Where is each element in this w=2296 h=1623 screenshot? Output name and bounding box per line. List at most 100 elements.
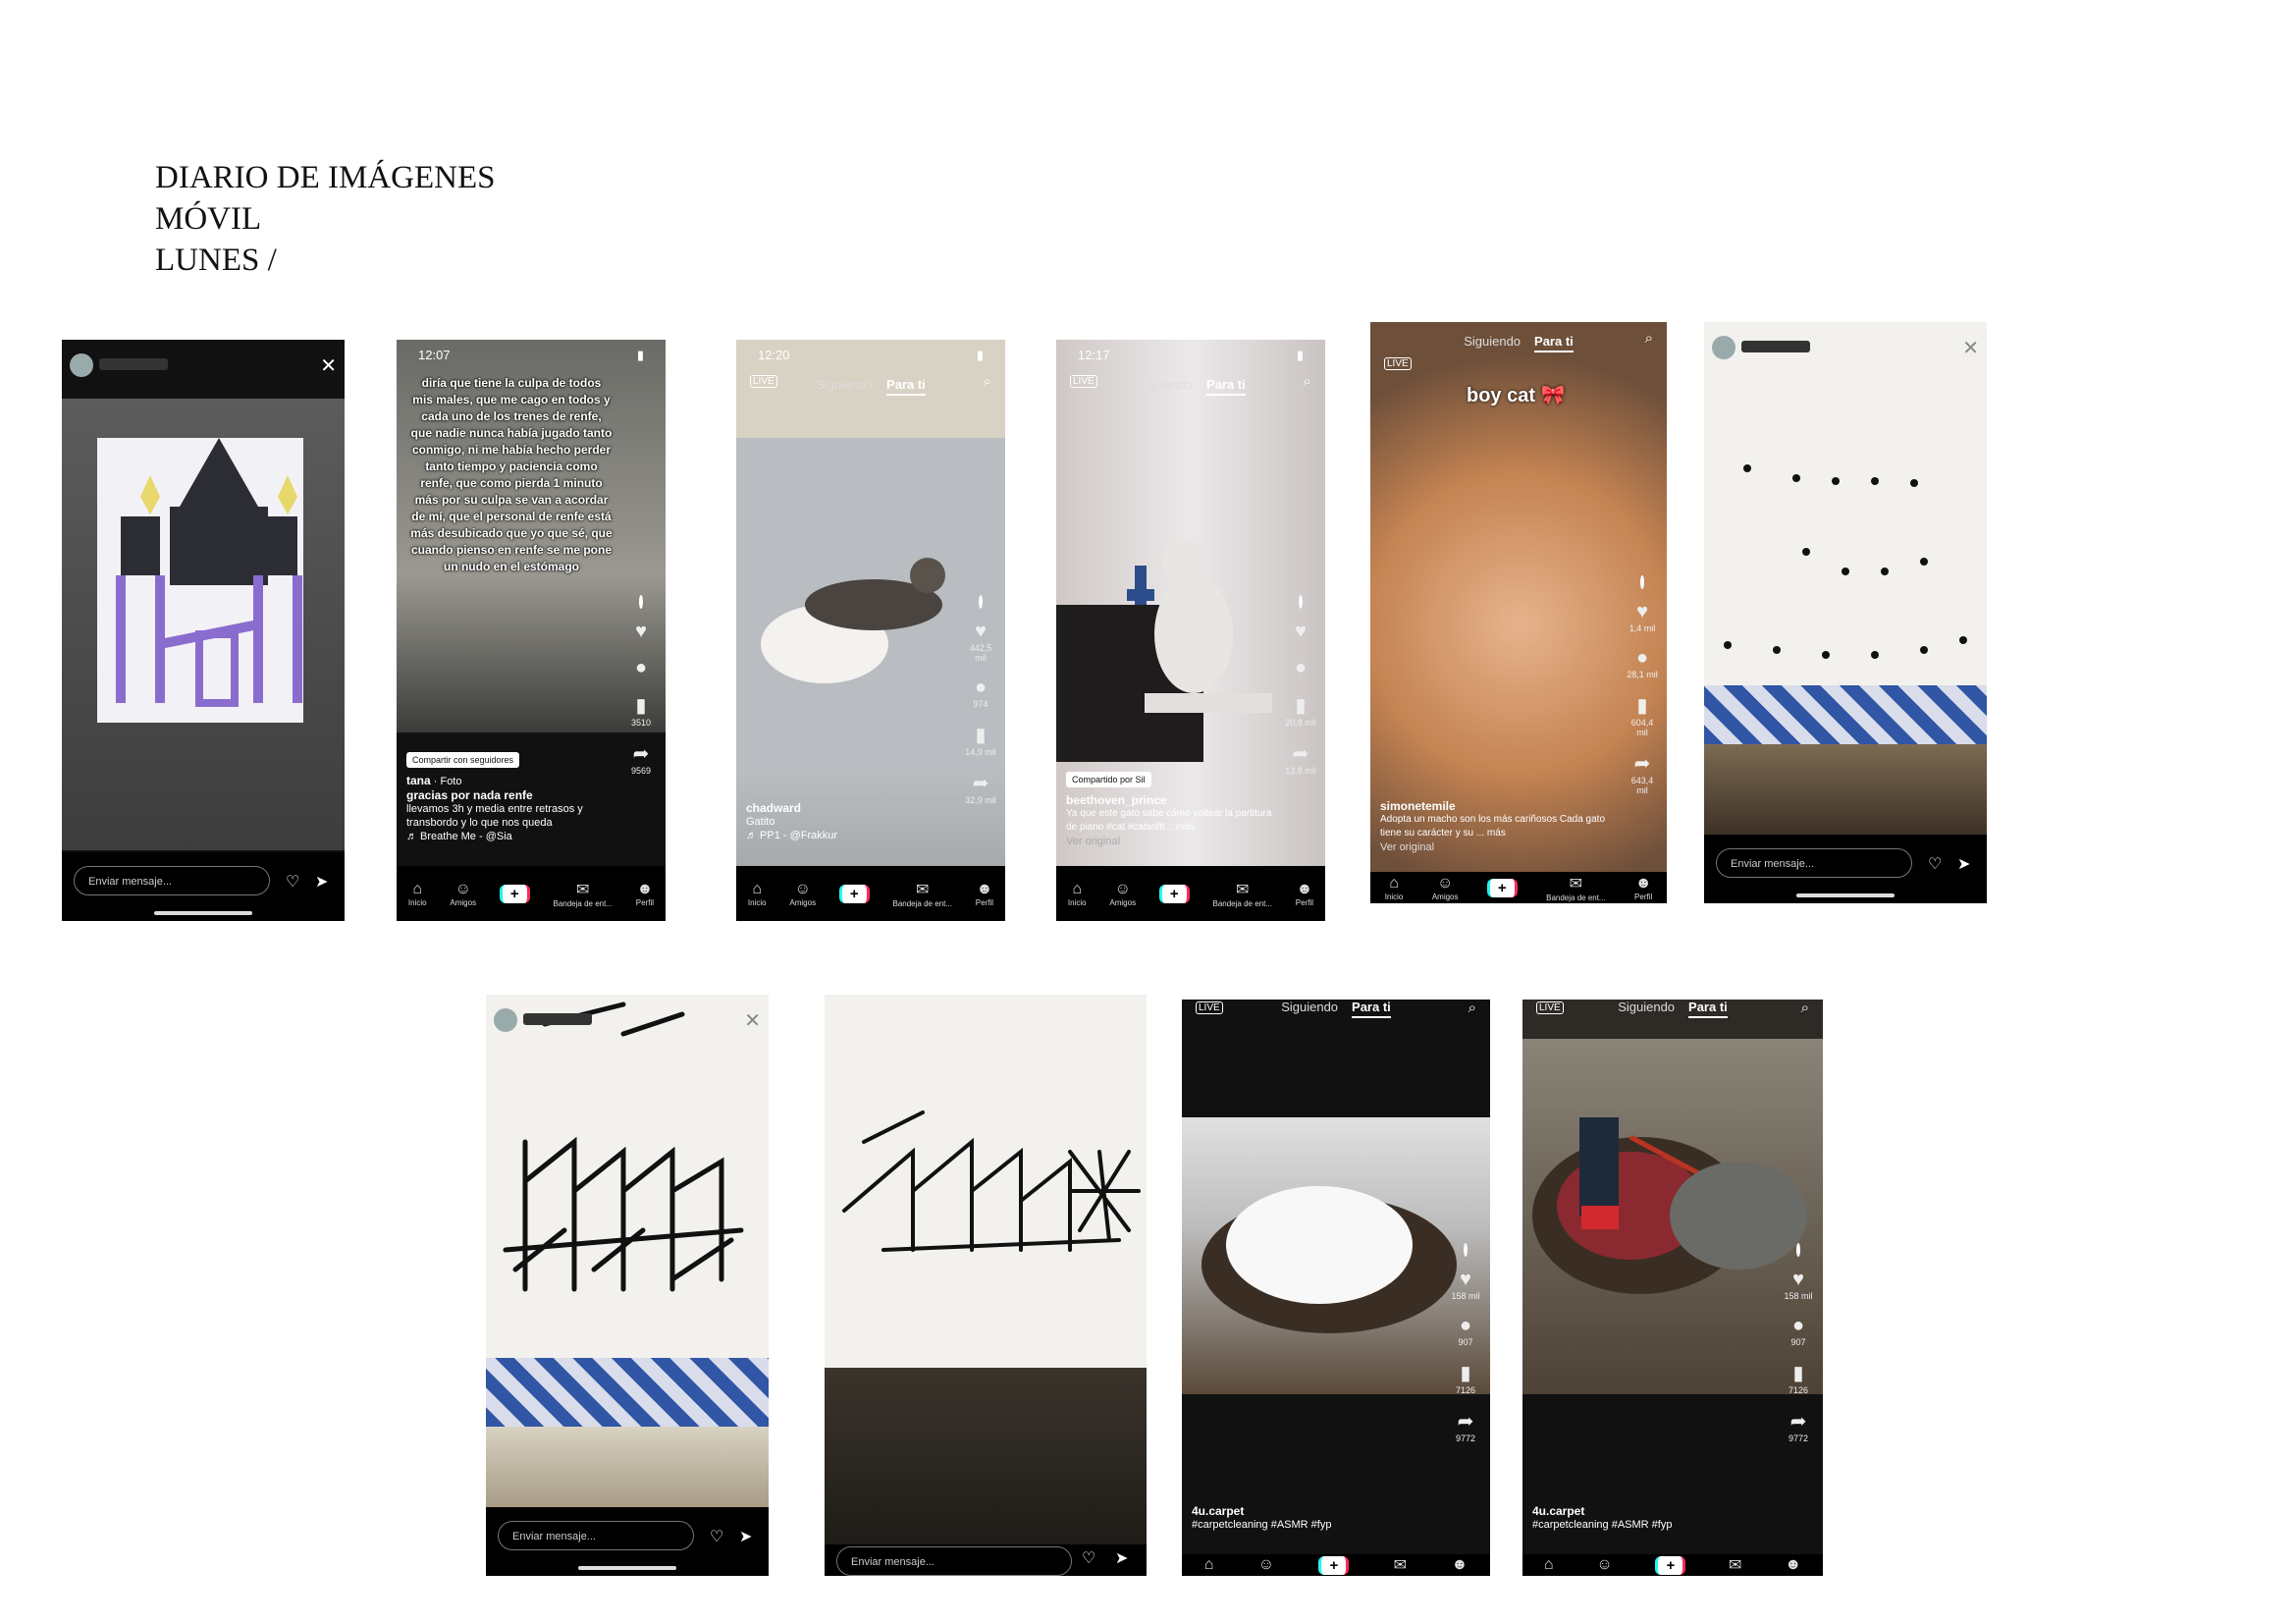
nav-inbox[interactable]: ✉ xyxy=(1729,1555,1741,1575)
nav-inbox[interactable]: ✉ Bandeja de ent... xyxy=(892,880,952,908)
music-label[interactable]: ♬ PP1 - @Frakkur xyxy=(746,829,952,842)
nav-profile[interactable]: ☻ Perfil xyxy=(976,881,993,907)
close-icon[interactable]: ✕ xyxy=(320,353,337,378)
nav-inbox[interactable]: ✉ xyxy=(1394,1555,1407,1575)
like-button[interactable]: ♥ 158 mil xyxy=(1782,1269,1815,1301)
nav-home[interactable]: ⌂ xyxy=(1204,1556,1214,1574)
avatar[interactable] xyxy=(1712,336,1735,359)
creator-avatar[interactable] xyxy=(1299,595,1303,609)
send-icon[interactable]: ➤ xyxy=(739,1527,752,1546)
share-badge[interactable]: Compartido por Sil xyxy=(1066,772,1151,787)
username[interactable]: tana xyxy=(406,774,431,787)
close-icon[interactable]: ✕ xyxy=(1962,336,1979,360)
share-button[interactable]: ➦ 9569 xyxy=(624,741,658,776)
send-icon[interactable]: ➤ xyxy=(315,872,328,892)
send-icon[interactable]: ➤ xyxy=(1957,854,1970,874)
nav-friends[interactable]: ☺ Amigos xyxy=(450,881,476,907)
nav-profile[interactable]: ☻ Perfil xyxy=(1634,875,1652,901)
like-button[interactable]: ♥ 442,5 mil xyxy=(964,621,997,663)
tab-for-you[interactable]: Para ti xyxy=(886,377,926,396)
nav-profile[interactable]: ☻ Perfil xyxy=(636,881,654,907)
message-input[interactable]: Enviar mensaje... xyxy=(74,866,270,895)
comment-button[interactable]: ● 974 xyxy=(964,676,997,709)
share-button[interactable]: ➦ 9772 xyxy=(1782,1409,1815,1443)
tab-for-you[interactable]: Para ti xyxy=(1352,1000,1391,1018)
save-button[interactable]: ▮ 3510 xyxy=(624,693,658,728)
comment-button[interactable]: ● 907 xyxy=(1782,1315,1815,1347)
comment-button[interactable]: ● xyxy=(624,657,658,679)
original-label[interactable]: Ver original xyxy=(1380,840,1614,854)
avatar[interactable] xyxy=(70,353,93,377)
create-button[interactable]: + xyxy=(1158,884,1190,903)
save-button[interactable]: ▮ 604,4 mil xyxy=(1626,693,1659,737)
username[interactable]: simonetemile xyxy=(1380,799,1614,813)
tab-following[interactable]: Siguiendo xyxy=(816,377,873,392)
search-icon[interactable]: ⌕ xyxy=(1645,330,1653,347)
nav-home[interactable]: ⌂ xyxy=(1544,1556,1554,1574)
nav-profile[interactable]: ☻ Perfil xyxy=(1296,881,1313,907)
create-button[interactable]: + xyxy=(1655,1555,1686,1575)
close-icon[interactable]: ✕ xyxy=(744,1008,761,1033)
avatar[interactable] xyxy=(494,1008,517,1032)
share-button[interactable]: ➦ 643,4 mil xyxy=(1626,751,1659,795)
nav-profile[interactable]: ☻ xyxy=(1785,1556,1801,1574)
comment-button[interactable]: ● 28,1 mil xyxy=(1626,647,1659,679)
send-icon[interactable]: ➤ xyxy=(1115,1548,1128,1568)
message-input[interactable]: Enviar mensaje... xyxy=(498,1521,694,1550)
search-icon[interactable]: ⌕ xyxy=(1304,373,1311,390)
heart-icon[interactable]: ♡ xyxy=(710,1527,723,1546)
nav-profile[interactable]: ☻ xyxy=(1451,1556,1468,1574)
create-button[interactable]: + xyxy=(1486,878,1518,897)
create-button[interactable]: + xyxy=(1318,1555,1350,1575)
tab-for-you[interactable]: Para ti xyxy=(1688,1000,1728,1018)
share-button[interactable]: ➦ 32,9 mil xyxy=(964,771,997,805)
save-button[interactable]: ▮ 14,9 mil xyxy=(964,723,997,757)
username[interactable]: 4u.carpet xyxy=(1192,1504,1437,1518)
nav-friends[interactable]: ☺ Amigos xyxy=(1432,875,1459,901)
search-icon[interactable]: ⌕ xyxy=(1468,1000,1476,1016)
creator-avatar[interactable] xyxy=(1796,1243,1800,1257)
message-input[interactable]: Enviar mensaje... xyxy=(836,1546,1072,1576)
username[interactable]: beethoven_prince xyxy=(1066,793,1272,807)
creator-avatar[interactable] xyxy=(1640,575,1644,589)
nav-friends[interactable]: ☺ Amigos xyxy=(1109,881,1136,907)
tab-for-you[interactable]: Para ti xyxy=(1534,334,1574,352)
tab-following[interactable]: Siguiendo xyxy=(1136,377,1193,392)
tab-following[interactable]: Siguiendo xyxy=(1464,334,1521,349)
username[interactable]: chadward xyxy=(746,801,952,815)
nav-inbox[interactable]: ✉ Bandeja de ent... xyxy=(553,880,613,908)
music-label[interactable]: ♬ Breathe Me - @Sia xyxy=(406,830,613,843)
heart-icon[interactable]: ♡ xyxy=(1082,1548,1095,1568)
like-button[interactable]: ♥ 158 mil xyxy=(1449,1269,1482,1301)
live-icon[interactable]: LIVE xyxy=(1384,357,1412,370)
nav-home[interactable]: ⌂ Inicio xyxy=(1385,875,1404,901)
save-button[interactable]: ▮ 7126 xyxy=(1449,1361,1482,1395)
share-badge[interactable]: Compartir con seguidores xyxy=(406,752,520,768)
save-button[interactable]: ▮ 20,8 mil xyxy=(1284,693,1317,728)
nav-home[interactable]: ⌂ Inicio xyxy=(1068,881,1087,907)
creator-avatar[interactable] xyxy=(639,595,643,609)
heart-icon[interactable]: ♡ xyxy=(1928,854,1942,874)
heart-icon[interactable]: ♡ xyxy=(286,872,299,892)
nav-inbox[interactable]: ✉ Bandeja de ent... xyxy=(1546,874,1606,902)
like-button[interactable]: ♥ xyxy=(1284,621,1317,643)
nav-friends[interactable]: ☺ Amigos xyxy=(789,881,816,907)
create-button[interactable]: + xyxy=(499,884,530,903)
comment-button[interactable]: ● xyxy=(1284,657,1317,679)
nav-inbox[interactable]: ✉ Bandeja de ent... xyxy=(1212,880,1272,908)
share-button[interactable]: ➦ 9772 xyxy=(1449,1409,1482,1443)
share-button[interactable]: ➦ 13,8 mil xyxy=(1284,741,1317,776)
username[interactable]: 4u.carpet xyxy=(1532,1504,1770,1518)
like-button[interactable]: ♥ xyxy=(624,621,658,643)
creator-avatar[interactable] xyxy=(1464,1243,1468,1257)
create-button[interactable]: + xyxy=(838,884,870,903)
tab-following[interactable]: Siguiendo xyxy=(1618,1000,1675,1014)
like-button[interactable]: ♥ 1,4 mil xyxy=(1626,601,1659,633)
nav-friends[interactable]: ☺ xyxy=(1258,1556,1274,1574)
comment-button[interactable]: ● 907 xyxy=(1449,1315,1482,1347)
search-icon[interactable]: ⌕ xyxy=(1801,1000,1809,1016)
original-label[interactable]: Ver original xyxy=(1066,835,1272,848)
creator-avatar[interactable] xyxy=(979,595,983,609)
message-input[interactable]: Enviar mensaje... xyxy=(1716,848,1912,878)
nav-home[interactable]: ⌂ Inicio xyxy=(748,881,767,907)
